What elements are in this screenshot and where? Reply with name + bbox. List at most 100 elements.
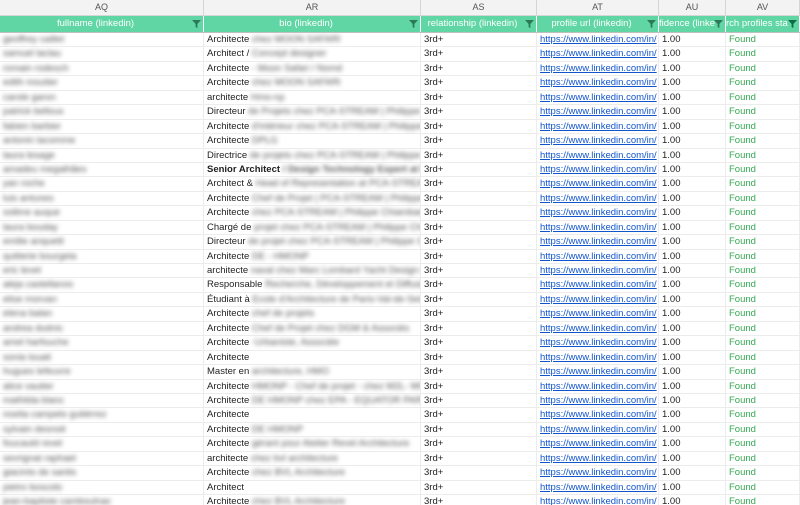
- cell-profile-url[interactable]: https://www.linkedin.com/in/: [537, 90, 659, 106]
- cell-profile-url[interactable]: https://www.linkedin.com/in/: [537, 307, 659, 322]
- profile-link[interactable]: https://www.linkedin.com/in/: [540, 106, 657, 117]
- cell-confidence[interactable]: 1.00: [659, 249, 726, 264]
- cell-confidence[interactable]: 1.00: [659, 292, 726, 308]
- cell-status[interactable]: Found: [726, 249, 800, 264]
- cell-profile-url[interactable]: https://www.linkedin.com/in/: [537, 119, 659, 135]
- cell-confidence[interactable]: 1.00: [659, 206, 726, 221]
- cell-status[interactable]: Found: [726, 134, 800, 149]
- cell-relationship[interactable]: 3rd+: [421, 206, 537, 221]
- cell-status[interactable]: Found: [726, 220, 800, 236]
- profile-link[interactable]: https://www.linkedin.com/in/: [540, 48, 657, 59]
- cell-bio[interactable]: Architecte chez PCA-STREAM | Philippe Ch…: [204, 206, 421, 221]
- profile-link[interactable]: https://www.linkedin.com/in/: [540, 352, 657, 363]
- profile-link[interactable]: https://www.linkedin.com/in/: [540, 193, 657, 204]
- cell-profile-url[interactable]: https://www.linkedin.com/in/: [537, 393, 659, 409]
- cell-fullname[interactable]: eric levet: [0, 264, 204, 279]
- cell-fullname[interactable]: laura lesage: [0, 148, 204, 163]
- cell-confidence[interactable]: 1.00: [659, 278, 726, 293]
- profile-link[interactable]: https://www.linkedin.com/in/: [540, 150, 657, 161]
- cell-relationship[interactable]: 3rd+: [421, 33, 537, 48]
- cell-bio[interactable]: Architecte DE - HMONP: [204, 249, 421, 264]
- cell-relationship[interactable]: 3rd+: [421, 191, 537, 207]
- cell-status[interactable]: Found: [726, 47, 800, 62]
- profile-link[interactable]: https://www.linkedin.com/in/: [540, 381, 657, 392]
- cell-confidence[interactable]: 1.00: [659, 437, 726, 452]
- cell-bio[interactable]: Architecte DPLG: [204, 134, 421, 149]
- cell-confidence[interactable]: 1.00: [659, 321, 726, 337]
- cell-status[interactable]: Found: [726, 466, 800, 481]
- cell-relationship[interactable]: 3rd+: [421, 119, 537, 135]
- cell-relationship[interactable]: 3rd+: [421, 437, 537, 452]
- profile-link[interactable]: https://www.linkedin.com/in/: [540, 395, 657, 406]
- cell-confidence[interactable]: 1.00: [659, 379, 726, 394]
- column-letter-av[interactable]: AV: [726, 0, 800, 15]
- cell-bio[interactable]: Architecte Chef de Projet | PCA-STREAM |…: [204, 191, 421, 207]
- cell-relationship[interactable]: 3rd+: [421, 408, 537, 423]
- cell-fullname[interactable]: noelia campelo gutiérrez: [0, 408, 204, 423]
- cell-profile-url[interactable]: https://www.linkedin.com/in/: [537, 47, 659, 62]
- cell-status[interactable]: Found: [726, 264, 800, 279]
- cell-bio[interactable]: Architecte chez BVL Architecture: [204, 495, 421, 505]
- cell-fullname[interactable]: foucauld revel: [0, 437, 204, 452]
- cell-fullname[interactable]: amadeu megalhães: [0, 162, 204, 178]
- cell-bio[interactable]: architecte Hmo-np: [204, 90, 421, 106]
- header-status[interactable]: rch profiles sta: [726, 16, 800, 32]
- cell-fullname[interactable]: fabien barbier: [0, 119, 204, 135]
- cell-profile-url[interactable]: https://www.linkedin.com/in/: [537, 321, 659, 337]
- cell-profile-url[interactable]: https://www.linkedin.com/in/: [537, 437, 659, 452]
- cell-fullname[interactable]: amel harfouche: [0, 336, 204, 351]
- cell-status[interactable]: Found: [726, 76, 800, 91]
- cell-bio[interactable]: Architecte DE HMONP chez EPA - EQUATOR P…: [204, 393, 421, 409]
- profile-link[interactable]: https://www.linkedin.com/in/: [540, 409, 657, 420]
- cell-relationship[interactable]: 3rd+: [421, 61, 537, 77]
- cell-bio[interactable]: Responsable Recherche, Développement et …: [204, 278, 421, 293]
- cell-confidence[interactable]: 1.00: [659, 350, 726, 366]
- column-letter-ar[interactable]: AR: [204, 0, 421, 15]
- cell-relationship[interactable]: 3rd+: [421, 379, 537, 394]
- cell-status[interactable]: Found: [726, 307, 800, 322]
- cell-status[interactable]: Found: [726, 278, 800, 293]
- profile-link[interactable]: https://www.linkedin.com/in/: [540, 265, 657, 276]
- filter-icon[interactable]: [788, 20, 797, 28]
- profile-link[interactable]: https://www.linkedin.com/in/: [540, 164, 657, 175]
- cell-status[interactable]: Found: [726, 191, 800, 207]
- cell-fullname[interactable]: alice vautier: [0, 379, 204, 394]
- cell-status[interactable]: Found: [726, 177, 800, 192]
- cell-fullname[interactable]: sevrignat raphael: [0, 451, 204, 467]
- cell-fullname[interactable]: sonia louati: [0, 350, 204, 366]
- cell-status[interactable]: Found: [726, 148, 800, 163]
- cell-relationship[interactable]: 3rd+: [421, 264, 537, 279]
- cell-confidence[interactable]: 1.00: [659, 480, 726, 495]
- profile-link[interactable]: https://www.linkedin.com/in/: [540, 467, 657, 478]
- cell-relationship[interactable]: 3rd+: [421, 495, 537, 505]
- cell-bio[interactable]: Architecte -Urbaniste, Associée: [204, 336, 421, 351]
- profile-link[interactable]: https://www.linkedin.com/in/: [540, 77, 657, 88]
- cell-relationship[interactable]: 3rd+: [421, 365, 537, 380]
- cell-relationship[interactable]: 3rd+: [421, 105, 537, 120]
- cell-status[interactable]: Found: [726, 480, 800, 495]
- cell-confidence[interactable]: 1.00: [659, 451, 726, 467]
- cell-profile-url[interactable]: https://www.linkedin.com/in/: [537, 177, 659, 192]
- cell-profile-url[interactable]: https://www.linkedin.com/in/: [537, 350, 659, 366]
- profile-link[interactable]: https://www.linkedin.com/in/: [540, 366, 657, 377]
- cell-fullname[interactable]: solène auque: [0, 206, 204, 221]
- cell-fullname[interactable]: geoffrey caillet: [0, 33, 204, 48]
- cell-profile-url[interactable]: https://www.linkedin.com/in/: [537, 480, 659, 495]
- cell-status[interactable]: Found: [726, 365, 800, 380]
- cell-profile-url[interactable]: https://www.linkedin.com/in/: [537, 278, 659, 293]
- cell-relationship[interactable]: 3rd+: [421, 451, 537, 467]
- cell-relationship[interactable]: 3rd+: [421, 148, 537, 163]
- cell-confidence[interactable]: 1.00: [659, 220, 726, 236]
- profile-link[interactable]: https://www.linkedin.com/in/: [540, 92, 657, 103]
- profile-link[interactable]: https://www.linkedin.com/in/: [540, 222, 657, 233]
- cell-status[interactable]: Found: [726, 105, 800, 120]
- cell-status[interactable]: Found: [726, 393, 800, 409]
- cell-bio[interactable]: architecte chez bvl architecture: [204, 451, 421, 467]
- column-letter-au[interactable]: AU: [659, 0, 726, 15]
- cell-status[interactable]: Found: [726, 119, 800, 135]
- cell-profile-url[interactable]: https://www.linkedin.com/in/: [537, 76, 659, 91]
- cell-relationship[interactable]: 3rd+: [421, 47, 537, 62]
- cell-fullname[interactable]: quitterie bourgela: [0, 249, 204, 264]
- cell-status[interactable]: Found: [726, 235, 800, 250]
- profile-link[interactable]: https://www.linkedin.com/in/: [540, 236, 657, 247]
